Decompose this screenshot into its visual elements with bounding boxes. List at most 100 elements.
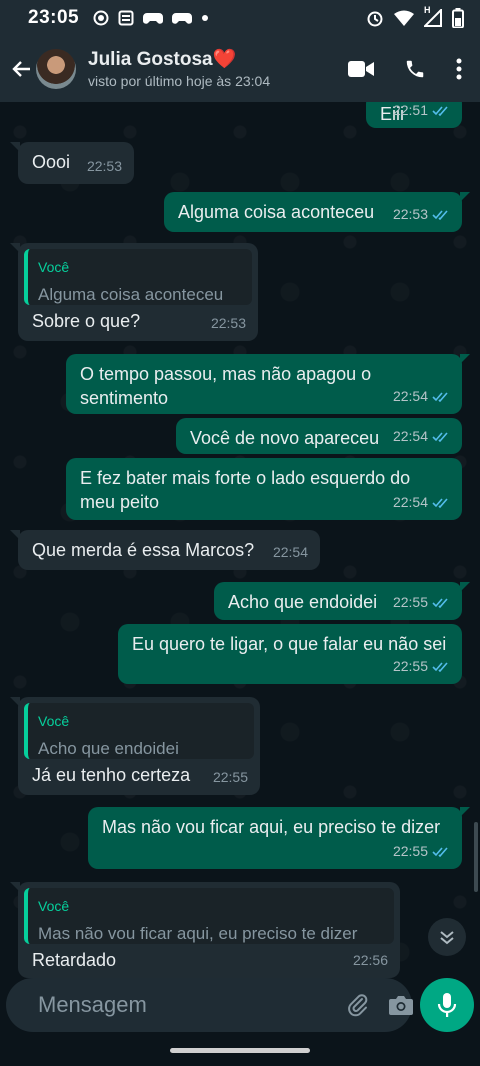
message-time: 22:55 xyxy=(212,769,248,785)
bubble-tail xyxy=(10,142,20,152)
chat-area[interactable]: Eiii 22:51 Oooi 22:53 Alguma coisa aconteceu… xyxy=(0,102,480,978)
message-text: Mas não vou ficar aqui, eu preciso te di… xyxy=(102,817,441,837)
game-controller-icon-2 xyxy=(172,13,193,24)
outgoing-message[interactable]: Você de novo apareceu 22:54 xyxy=(176,418,462,454)
message-time: 22:53 xyxy=(210,315,246,331)
message-text: Já eu tenho certeza xyxy=(32,765,191,785)
incoming-message[interactable]: Você Acho que endoidei Já eu tenho certeza… xyxy=(10,697,260,795)
message-meta: 22:56 xyxy=(353,948,388,972)
incoming-message[interactable]: Que merda é essa Marcos? 22:54 xyxy=(10,530,320,570)
scroll-to-bottom-button[interactable] xyxy=(428,918,466,956)
outgoing-message[interactable]: Alguma coisa aconteceu 22:53 xyxy=(164,192,470,232)
double-check-icon xyxy=(432,105,448,116)
outgoing-message[interactable]: Acho que endoidei 22:55 xyxy=(214,582,470,620)
camera-icon xyxy=(389,996,413,1015)
voice-message-button[interactable] xyxy=(420,978,474,1032)
outgoing-message[interactable]: E fez bater mais forte o lado esquerdo d… xyxy=(66,458,462,520)
status-time: 23:05 xyxy=(28,7,80,28)
video-call-icon[interactable] xyxy=(348,60,374,78)
message-time: 22:54 xyxy=(272,544,308,560)
bubble-tail xyxy=(10,530,20,540)
message-time: 22:54 xyxy=(392,388,428,404)
bubble-tail xyxy=(10,882,20,892)
bubble-tail xyxy=(460,192,470,202)
message-meta: 22:53 xyxy=(211,311,246,335)
message-text: Você de novo apareceu xyxy=(190,428,380,448)
double-check-icon xyxy=(432,597,448,608)
quote-text: Alguma coisa aconteceu xyxy=(38,285,224,304)
bubble-tail xyxy=(460,354,470,364)
contact-info[interactable]: Julia Gostosa❤️ visto por último hoje às… xyxy=(88,49,270,90)
message-time: 22:54 xyxy=(392,494,428,510)
quote-author: Você xyxy=(38,898,70,914)
system-nav-bar xyxy=(0,1036,480,1066)
network-type: H xyxy=(424,5,431,15)
message-meta: 22:54 xyxy=(273,540,308,564)
home-gesture-handle[interactable] xyxy=(170,1048,310,1053)
battery-icon xyxy=(452,8,464,28)
phone-icon[interactable] xyxy=(404,58,426,80)
dot-icon xyxy=(202,15,209,21)
outgoing-message[interactable]: O tempo passou, mas não apagou o sentime… xyxy=(66,354,470,414)
quote-text: Mas não vou ficar aqui, eu preciso te di… xyxy=(38,924,358,943)
contact-avatar[interactable] xyxy=(36,49,76,89)
quote-author: Você xyxy=(38,259,70,275)
message-meta: 22:53 xyxy=(87,154,122,178)
microphone-icon xyxy=(437,993,457,1017)
outgoing-message[interactable]: Mas não vou ficar aqui, eu preciso te di… xyxy=(88,807,470,869)
message-meta: 22:55 xyxy=(393,839,450,863)
message-text: O tempo passou, mas não apagou o sentime… xyxy=(80,364,372,408)
alarm-icon xyxy=(367,11,383,27)
arrow-left-icon xyxy=(12,61,30,77)
double-check-icon xyxy=(432,497,448,508)
message-time: 22:55 xyxy=(392,594,428,610)
message-meta: 22:55 xyxy=(393,590,450,614)
message-time: 22:56 xyxy=(352,952,388,968)
heart-emoji: ❤️ xyxy=(212,48,237,70)
bubble-tail xyxy=(460,102,470,104)
double-check-icon xyxy=(432,661,448,672)
incoming-message[interactable]: Você Alguma coisa aconteceu Sobre o que? 22… xyxy=(10,243,258,341)
attach-button[interactable] xyxy=(346,993,370,1017)
message-time: 22:55 xyxy=(392,658,428,674)
message-time: 22:54 xyxy=(392,428,428,444)
message-text: Que merda é essa Marcos? xyxy=(32,540,255,560)
bubble-tail xyxy=(10,697,20,707)
message-meta: 22:54 xyxy=(393,490,450,514)
message-input[interactable] xyxy=(36,991,328,1019)
contact-name: Julia Gostosa❤️ xyxy=(88,49,270,71)
message-text: Alguma coisa aconteceu xyxy=(178,202,375,222)
header-actions xyxy=(348,58,462,80)
message-text: Acho que endoidei xyxy=(228,592,378,612)
message-meta: 22:51 xyxy=(393,102,450,122)
message-meta: 22:54 xyxy=(393,424,450,448)
bubble-tail xyxy=(460,582,470,592)
quoted-message[interactable]: Você Alguma coisa aconteceu xyxy=(24,249,252,305)
camera-button[interactable] xyxy=(388,994,414,1016)
wifi-icon xyxy=(394,10,414,26)
quote-author: Você xyxy=(38,713,70,729)
message-text: Eu quero te ligar, o que falar eu não se… xyxy=(132,634,447,654)
contact-name-text: Julia Gostosa xyxy=(88,48,213,70)
outgoing-message[interactable]: Eu quero te ligar, o que falar eu não se… xyxy=(118,624,462,684)
bubble-tail xyxy=(460,807,470,817)
double-check-icon xyxy=(432,209,448,220)
quoted-message[interactable]: Você Acho que endoidei xyxy=(24,703,254,759)
incoming-message[interactable]: Você Mas não vou ficar aqui, eu preciso t… xyxy=(10,882,400,978)
quoted-message[interactable]: Você Mas não vou ficar aqui, eu preciso t… xyxy=(24,888,394,944)
status-bar: 23:05 H xyxy=(0,0,480,36)
news-icon xyxy=(118,10,134,26)
message-time: 22:51 xyxy=(392,102,428,118)
record-icon xyxy=(93,10,109,26)
message-time: 22:53 xyxy=(86,158,122,174)
back-button[interactable] xyxy=(4,52,38,86)
signal-indicator: H xyxy=(424,5,442,27)
double-check-icon xyxy=(432,391,448,402)
double-check-icon xyxy=(432,431,448,442)
bubble-tail xyxy=(10,243,20,253)
outgoing-message[interactable]: Eiii 22:51 xyxy=(366,102,470,128)
incoming-message[interactable]: Oooi 22:53 xyxy=(10,142,134,184)
double-check-icon xyxy=(432,846,448,857)
scrollbar[interactable] xyxy=(474,822,478,892)
more-options-icon[interactable] xyxy=(456,58,462,80)
